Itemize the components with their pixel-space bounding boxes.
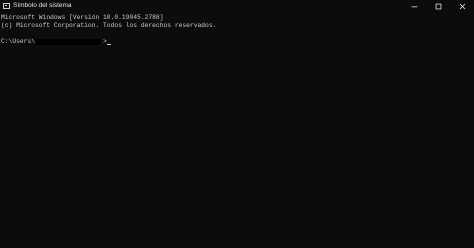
- close-button[interactable]: [450, 0, 474, 12]
- cmd-icon: [3, 3, 10, 9]
- maximize-button[interactable]: [426, 0, 450, 12]
- close-icon: [459, 3, 465, 9]
- text-cursor: [107, 44, 111, 45]
- window-title: Símbolo del sistema: [13, 2, 72, 9]
- minimize-icon: [411, 6, 417, 7]
- redacted-username: [36, 39, 100, 45]
- console-prompt-path: C:\Users\: [1, 38, 36, 45]
- console-line-version: Microsoft Windows [Versión 10.0.19045.27…: [1, 14, 164, 21]
- command-prompt-window: Símbolo del sistema Microsoft Windows [V…: [0, 0, 474, 248]
- console-output[interactable]: Microsoft Windows [Versión 10.0.19045.27…: [0, 13, 474, 248]
- vertical-scrollbar[interactable]: [468, 13, 474, 248]
- maximize-icon: [435, 3, 441, 9]
- console-line-copyright: (c) Microsoft Corporation. Todos los der…: [1, 22, 217, 29]
- title-bar[interactable]: Símbolo del sistema: [0, 0, 474, 12]
- window-controls: [402, 0, 474, 12]
- minimize-button[interactable]: [402, 0, 426, 12]
